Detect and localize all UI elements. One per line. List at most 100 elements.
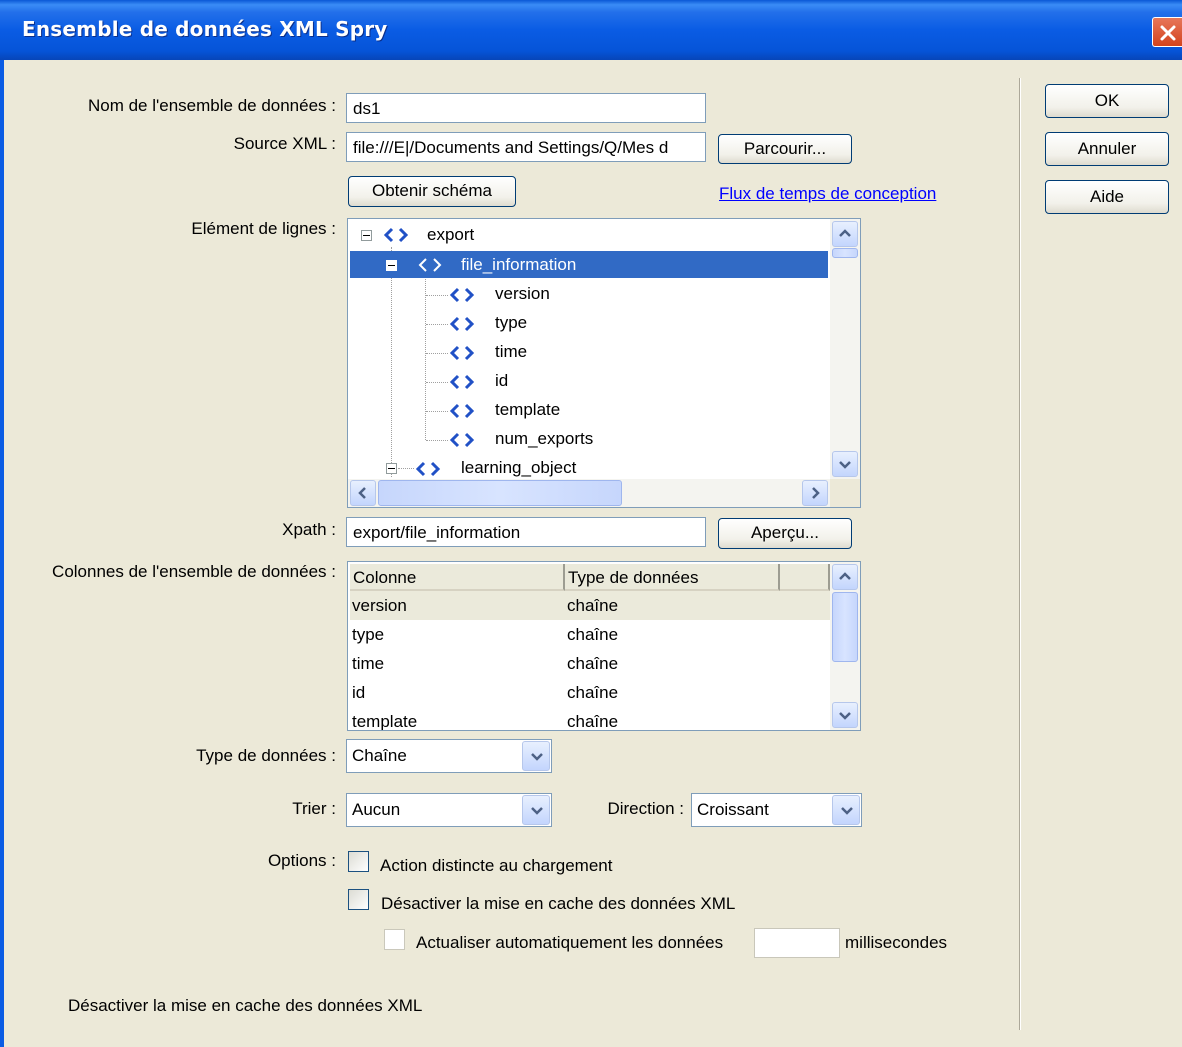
cancel-button[interactable]: Annuler: [1045, 132, 1169, 166]
dropdown-button[interactable]: [832, 795, 860, 825]
direction-value: Croissant: [697, 800, 769, 819]
browse-button[interactable]: Parcourir...: [718, 134, 852, 164]
xml-source-input[interactable]: file:///E|/Documents and Settings/Q/Mes …: [346, 132, 706, 162]
scroll-up-button[interactable]: [832, 221, 858, 247]
data-type-value: Chaîne: [352, 746, 407, 765]
scroll-thumb[interactable]: [832, 592, 858, 662]
tree-guide-line: [398, 468, 414, 469]
tree-node-learning-object[interactable]: learning_object: [461, 455, 576, 481]
xml-element-icon: [449, 432, 475, 448]
tree-node-child[interactable]: version: [495, 281, 550, 307]
help-button[interactable]: Aide: [1045, 180, 1169, 214]
disable-cache-checkbox[interactable]: [348, 889, 369, 910]
chevron-left-icon: [358, 487, 366, 499]
tree-node-export[interactable]: export: [427, 222, 474, 248]
table-row[interactable]: type chaîne: [350, 620, 830, 649]
tree-node-file-information[interactable]: file_information: [461, 252, 576, 278]
row-element-tree[interactable]: export file_information version type tim…: [347, 218, 861, 508]
xpath-input[interactable]: export/file_information: [346, 517, 706, 547]
collapse-toggle[interactable]: [361, 230, 372, 241]
cell-type: chaîne: [567, 712, 619, 731]
table-row[interactable]: time chaîne: [350, 649, 830, 678]
distinct-on-load-checkbox[interactable]: [348, 851, 369, 872]
tree-vertical-scrollbar[interactable]: [830, 219, 860, 479]
chevron-down-icon: [839, 461, 851, 469]
sort-label: Trier :: [292, 799, 336, 818]
disable-cache-label: Désactiver la mise en cache des données …: [381, 894, 736, 913]
collapse-toggle[interactable]: [386, 463, 397, 474]
ok-button[interactable]: OK: [1045, 84, 1169, 118]
cell-column: type: [352, 625, 385, 644]
distinct-on-load-label: Action distincte au chargement: [380, 856, 613, 875]
dropdown-button[interactable]: [522, 741, 550, 771]
close-icon: [1160, 25, 1176, 41]
dataset-name-label: Nom de l'ensemble de données :: [87, 96, 336, 115]
tree-guide-line: [391, 247, 392, 477]
table-row[interactable]: template chaîne: [350, 707, 830, 731]
dialog-window: Ensemble de données XML Spry Nom de l'en…: [0, 0, 1182, 1047]
table-vertical-scrollbar[interactable]: [830, 562, 860, 730]
tree-guide-line: [426, 440, 448, 441]
chevron-up-icon: [839, 572, 851, 580]
close-button[interactable]: [1152, 17, 1182, 47]
cell-column: template: [352, 712, 418, 731]
dataset-columns-label: Colonnes de l'ensemble de données :: [52, 562, 336, 581]
title-bar[interactable]: Ensemble de données XML Spry: [0, 0, 1182, 60]
tree-node-child[interactable]: time: [495, 339, 527, 365]
tree-guide-line: [426, 295, 448, 296]
scroll-corner: [830, 479, 860, 507]
data-type-select[interactable]: Chaîne: [346, 739, 552, 773]
preview-button[interactable]: Aperçu...: [718, 518, 852, 549]
scroll-left-button[interactable]: [350, 480, 376, 506]
design-time-feed-link[interactable]: Flux de temps de conception: [719, 184, 936, 204]
milliseconds-label: millisecondes: [845, 933, 948, 952]
direction-select[interactable]: Croissant: [691, 793, 862, 827]
chevron-right-icon: [812, 487, 820, 499]
auto-refresh-checkbox[interactable]: [384, 929, 405, 950]
tree-node-child[interactable]: template: [495, 397, 560, 423]
dataset-columns-table[interactable]: Colonne Type de données version chaîne t…: [347, 561, 861, 731]
tree-guide-line: [425, 275, 426, 440]
scroll-right-button[interactable]: [802, 480, 828, 506]
direction-label: Direction :: [607, 799, 684, 818]
table-row[interactable]: version chaîne: [350, 591, 830, 620]
dataset-name-input[interactable]: ds1: [346, 93, 706, 123]
tree-guide-line: [426, 353, 448, 354]
xml-element-icon: [449, 345, 475, 361]
get-schema-button[interactable]: Obtenir schéma: [348, 176, 516, 207]
chevron-down-icon: [531, 807, 543, 815]
auto-refresh-interval-input[interactable]: [754, 928, 840, 958]
tree-guide-line: [426, 324, 448, 325]
xml-element-icon: [449, 374, 475, 390]
tree-node-child[interactable]: id: [495, 368, 508, 394]
tree-guide-line: [426, 382, 448, 383]
tree-node-child[interactable]: num_exports: [495, 426, 593, 452]
scroll-thumb[interactable]: [832, 248, 858, 258]
scroll-down-button[interactable]: [832, 451, 858, 477]
xml-element-icon: [449, 403, 475, 419]
scroll-down-button[interactable]: [832, 702, 858, 728]
xml-element-icon: [415, 461, 441, 477]
data-type-label: Type de données :: [196, 746, 336, 765]
tree-guide-line: [426, 411, 448, 412]
cell-column: version: [352, 596, 407, 615]
scroll-up-button[interactable]: [832, 564, 858, 590]
xml-source-label: Source XML :: [233, 134, 336, 153]
sort-select[interactable]: Aucun: [346, 793, 552, 827]
scroll-thumb[interactable]: [378, 480, 622, 506]
tree-node-child[interactable]: type: [495, 310, 527, 336]
collapse-toggle[interactable]: [386, 260, 397, 271]
options-label: Options :: [267, 851, 336, 870]
xpath-label: Xpath :: [282, 520, 336, 539]
footer-hint: Désactiver la mise en cache des données …: [68, 996, 423, 1015]
chevron-up-icon: [839, 229, 851, 237]
column-header-type[interactable]: Type de données: [565, 564, 780, 591]
cell-column: time: [352, 654, 385, 673]
xml-element-icon: [449, 316, 475, 332]
table-row[interactable]: id chaîne: [350, 678, 830, 707]
column-header-name[interactable]: Colonne: [350, 564, 565, 591]
tree-horizontal-scrollbar[interactable]: [348, 479, 830, 507]
dropdown-button[interactable]: [522, 795, 550, 825]
row-element-label: Elément de lignes :: [191, 219, 336, 238]
column-header-filler: [780, 564, 830, 591]
